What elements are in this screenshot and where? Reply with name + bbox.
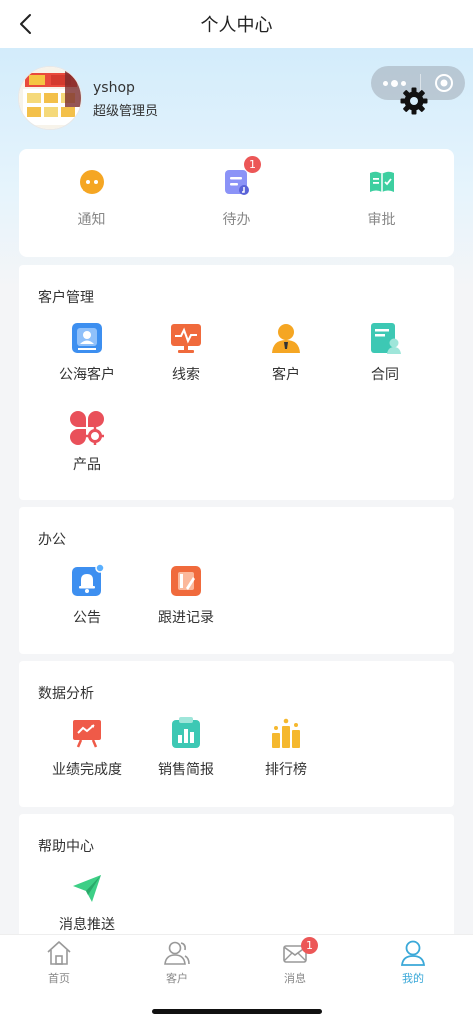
username: yshop bbox=[93, 80, 135, 96]
menu-contract[interactable]: 合同 bbox=[335, 321, 435, 384]
quick-action-todo[interactable]: 1 待办 bbox=[164, 149, 309, 257]
tab-label: 首页 bbox=[48, 972, 70, 985]
close-target-icon[interactable] bbox=[434, 73, 454, 93]
menu-leads[interactable]: 线索 bbox=[136, 321, 236, 384]
menu-customer[interactable]: 客户 bbox=[236, 321, 336, 384]
section-title: 办公 bbox=[38, 532, 66, 548]
approval-book-icon bbox=[369, 171, 394, 192]
menu-label: 业绩完成度 bbox=[52, 762, 122, 778]
paper-plane-icon bbox=[73, 875, 101, 902]
todo-badge: 1 bbox=[244, 156, 261, 173]
messages-badge: 1 bbox=[301, 937, 318, 954]
quick-actions-card: 通知 1 待办 审批 bbox=[19, 149, 454, 257]
public-customer-icon bbox=[72, 323, 102, 353]
sales-report-icon bbox=[172, 717, 200, 748]
quick-action-label: 待办 bbox=[222, 212, 251, 228]
gear-icon[interactable] bbox=[399, 86, 429, 116]
menu-public-customer[interactable]: 公海客户 bbox=[37, 321, 137, 384]
quick-action-approval[interactable]: 审批 bbox=[309, 149, 454, 257]
menu-label: 合同 bbox=[371, 367, 399, 383]
profile-icon bbox=[400, 940, 426, 966]
performance-board-icon bbox=[73, 720, 101, 748]
avatar-image bbox=[19, 67, 81, 129]
home-icon bbox=[47, 941, 71, 965]
section-title: 帮助中心 bbox=[38, 839, 94, 855]
followup-record-icon bbox=[171, 566, 201, 596]
avatar[interactable] bbox=[18, 66, 82, 130]
lead-monitor-icon bbox=[171, 324, 201, 353]
menu-announcement[interactable]: 公告 bbox=[37, 564, 137, 627]
customer-person-icon bbox=[272, 324, 300, 353]
menu-label: 销售简报 bbox=[158, 762, 214, 778]
menu-label: 公海客户 bbox=[59, 367, 115, 383]
tab-profile[interactable]: 我的 bbox=[373, 939, 453, 986]
home-indicator bbox=[152, 1009, 322, 1014]
customers-icon bbox=[164, 941, 190, 965]
tab-label: 客户 bbox=[166, 972, 188, 985]
tab-customers[interactable]: 客户 bbox=[137, 939, 217, 986]
menu-label: 线索 bbox=[172, 367, 200, 383]
tab-home[interactable]: 首页 bbox=[19, 939, 99, 986]
menu-followup-record[interactable]: 跟进记录 bbox=[136, 564, 236, 627]
customer-management-card: 客户管理 公海客户 线索 客户 合同 产品 bbox=[19, 265, 454, 500]
menu-label: 消息推送 bbox=[59, 917, 115, 933]
data-analysis-card: 数据分析 业绩完成度 销售简报 排行榜 bbox=[19, 661, 454, 807]
menu-performance[interactable]: 业绩完成度 bbox=[37, 716, 137, 779]
tab-label: 我的 bbox=[402, 972, 424, 985]
menu-label: 产品 bbox=[73, 457, 101, 473]
quick-action-label: 审批 bbox=[367, 212, 396, 228]
quick-action-label: 通知 bbox=[77, 212, 106, 228]
section-title: 客户管理 bbox=[38, 290, 94, 306]
chevron-left-icon[interactable] bbox=[14, 11, 40, 37]
chat-bubble-icon bbox=[79, 170, 104, 194]
menu-product[interactable]: 产品 bbox=[37, 411, 137, 474]
menu-label: 排行榜 bbox=[265, 762, 307, 778]
announcement-bell-icon bbox=[72, 564, 104, 596]
menu-ranking[interactable]: 排行榜 bbox=[236, 716, 336, 779]
menu-label: 客户 bbox=[272, 367, 300, 383]
product-grid-icon bbox=[70, 411, 104, 445]
menu-message-push[interactable]: 消息推送 bbox=[37, 871, 137, 934]
menu-label: 公告 bbox=[73, 610, 101, 626]
office-card: 办公 公告 跟进记录 bbox=[19, 507, 454, 654]
nav-bar: 个人中心 bbox=[0, 0, 473, 48]
quick-action-notice[interactable]: 通知 bbox=[19, 149, 164, 257]
menu-label: 跟进记录 bbox=[158, 610, 214, 626]
help-center-card: 帮助中心 消息推送 bbox=[19, 814, 454, 949]
contract-doc-icon bbox=[371, 323, 401, 354]
section-title: 数据分析 bbox=[38, 686, 94, 702]
page-title: 个人中心 bbox=[200, 15, 273, 36]
menu-sales-report[interactable]: 销售简报 bbox=[136, 716, 236, 779]
tab-messages[interactable]: 1 消息 bbox=[255, 937, 335, 986]
ranking-bars-icon bbox=[272, 718, 300, 748]
tab-label: 消息 bbox=[284, 972, 306, 985]
user-role: 超级管理员 bbox=[93, 104, 159, 119]
